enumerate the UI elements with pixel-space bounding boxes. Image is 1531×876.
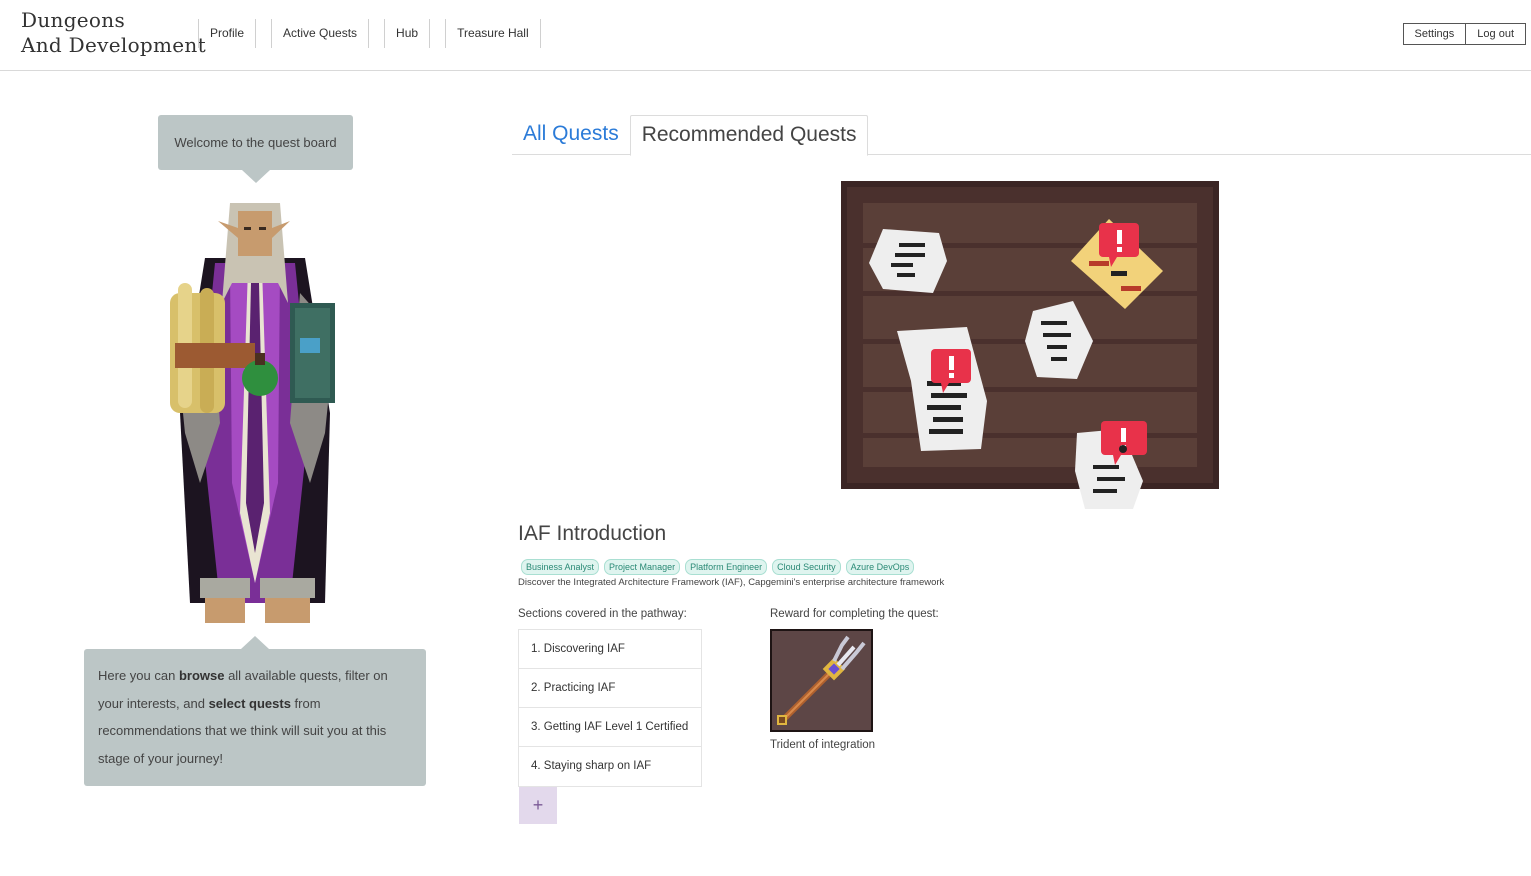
quest-note-4-alert[interactable] bbox=[1075, 421, 1147, 509]
app-logo[interactable]: Dungeons And Development bbox=[21, 8, 206, 58]
quest-tag-list: Business Analyst Project Manager Platfor… bbox=[521, 559, 915, 575]
guide-intro-speech-bubble: Here you can browse all available quests… bbox=[84, 636, 426, 786]
intro-bold-browse: browse bbox=[178, 668, 225, 683]
nav-item-treasure-hall[interactable]: Treasure Hall bbox=[445, 19, 541, 48]
settings-button[interactable]: Settings bbox=[1403, 24, 1466, 44]
quest-board-illustration bbox=[841, 181, 1219, 509]
reward-label: Reward for completing the quest: bbox=[770, 608, 939, 620]
logo-line-2: And Development bbox=[21, 33, 206, 57]
section-item-discovering-iaf[interactable]: 1. Discovering IAF bbox=[519, 630, 701, 669]
nav-item-profile[interactable]: Profile bbox=[198, 19, 257, 48]
tag-platform-engineer[interactable]: Platform Engineer bbox=[685, 559, 768, 575]
top-navbar: Dungeons And Development Profile Active … bbox=[0, 0, 1531, 71]
welcome-speech-bubble: Welcome to the quest board bbox=[158, 115, 353, 183]
quest-note-1[interactable] bbox=[869, 229, 947, 293]
tag-project-manager[interactable]: Project Manager bbox=[604, 559, 681, 575]
nav-item-hub[interactable]: Hub bbox=[384, 19, 431, 48]
tab-all-quests[interactable]: All Quests bbox=[512, 115, 630, 154]
trident-icon bbox=[777, 635, 866, 725]
section-item-staying-sharp[interactable]: 4. Staying sharp on IAF bbox=[519, 747, 701, 786]
section-item-iaf-certified[interactable]: 3. Getting IAF Level 1 Certified bbox=[519, 708, 701, 747]
logo-line-1: Dungeons bbox=[21, 8, 126, 32]
tag-azure-devops[interactable]: Azure DevOps bbox=[845, 559, 915, 575]
add-section-button[interactable]: + bbox=[519, 787, 557, 824]
auth-button-group: Settings Log out bbox=[1402, 23, 1526, 45]
quest-title: IAF Introduction bbox=[518, 522, 667, 545]
reward-name: Trident of integration bbox=[770, 739, 876, 751]
quest-guide-character-illustration bbox=[170, 203, 335, 623]
intro-bold-select-quests: select quests bbox=[208, 695, 291, 711]
main-nav: Profile Active Quests Hub Treasure Hall bbox=[198, 19, 556, 48]
tag-business-analyst[interactable]: Business Analyst bbox=[521, 559, 600, 575]
quest-tabs: All Quests Recommended Quests bbox=[512, 115, 1531, 156]
tag-cloud-security[interactable]: Cloud Security bbox=[772, 559, 841, 575]
quest-description: Discover the Integrated Architecture Fra… bbox=[518, 577, 945, 588]
section-item-practicing-iaf[interactable]: 2. Practicing IAF bbox=[519, 669, 701, 708]
logout-button[interactable]: Log out bbox=[1465, 24, 1525, 44]
intro-text-1: Here you can bbox=[98, 668, 179, 683]
tab-recommended-quests[interactable]: Recommended Quests bbox=[629, 115, 869, 156]
sections-label: Sections covered in the pathway: bbox=[518, 608, 687, 620]
nav-item-active-quests[interactable]: Active Quests bbox=[271, 19, 370, 48]
reward-image-frame bbox=[770, 629, 873, 732]
pathway-section-list: 1. Discovering IAF 2. Practicing IAF 3. … bbox=[518, 629, 702, 787]
